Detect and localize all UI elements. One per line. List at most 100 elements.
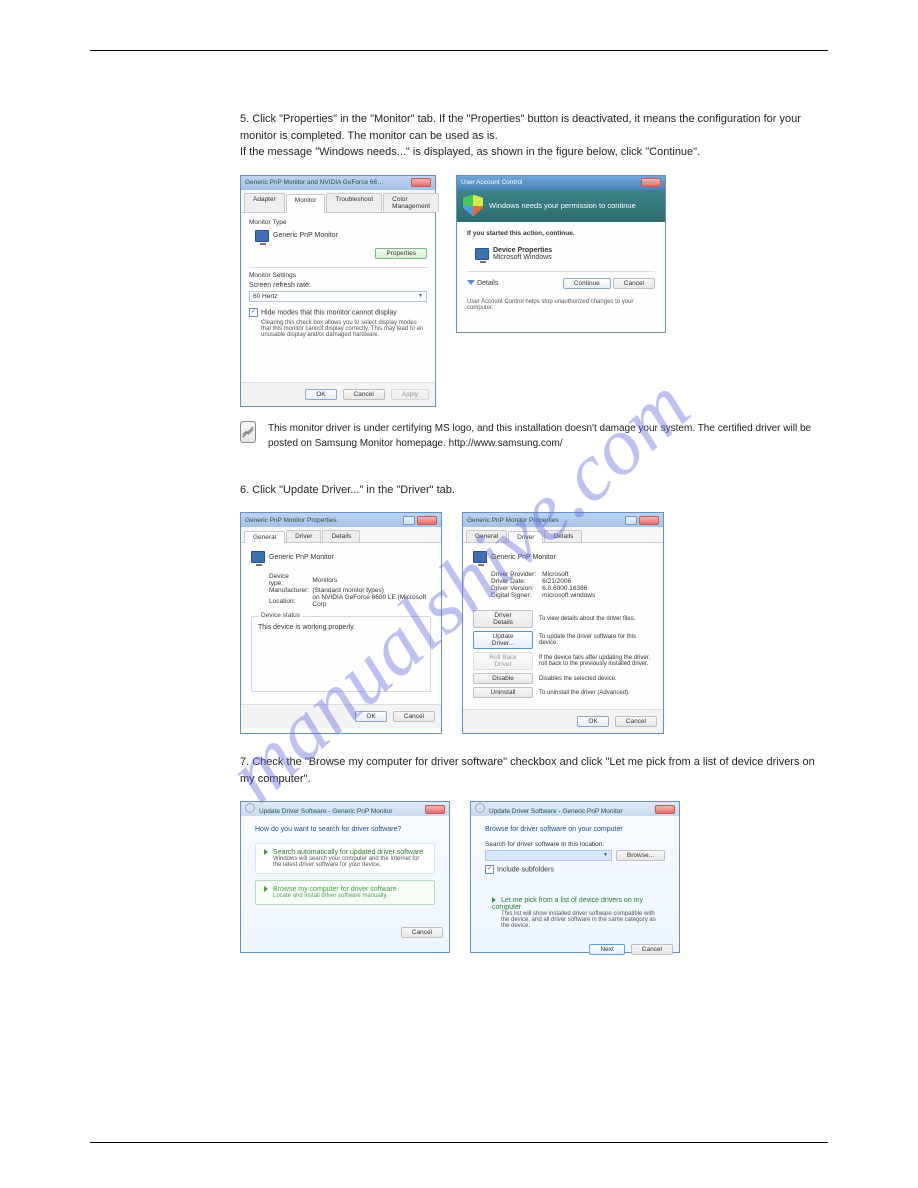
help-icon[interactable]	[625, 516, 637, 525]
value-driver-date: 6/21/2006	[542, 578, 595, 585]
cancel-button[interactable]: Cancel	[613, 278, 655, 289]
dialog-update-wizard-1: Update Driver Software - Generic PnP Mon…	[240, 801, 450, 953]
chevron-down-icon	[467, 280, 475, 285]
disable-button[interactable]: Disable	[473, 673, 533, 684]
update-driver-button[interactable]: Update Driver...	[473, 631, 533, 649]
window-title: Update Driver Software - Generic PnP Mon…	[259, 808, 393, 815]
titlebar[interactable]: User Account Control	[457, 176, 665, 190]
tab-color-management[interactable]: Color Management	[383, 193, 439, 212]
tab-details[interactable]: Details	[322, 530, 360, 542]
monitor-icon	[473, 551, 487, 563]
back-icon[interactable]	[245, 803, 255, 813]
titlebar[interactable]: Generic PnP Monitor Properties	[463, 513, 663, 527]
tab-monitor[interactable]: Monitor	[286, 194, 326, 213]
ok-button[interactable]: OK	[577, 716, 608, 727]
back-icon[interactable]	[475, 803, 485, 813]
tab-general[interactable]: General	[466, 530, 507, 542]
refresh-rate-combo[interactable]: 60 Hertz	[249, 291, 427, 302]
details-toggle[interactable]: Details	[467, 280, 498, 287]
tab-driver[interactable]: Driver	[508, 531, 543, 543]
label-driver-provider: Driver Provider:	[491, 571, 542, 578]
label-device-type: Device type:	[269, 573, 312, 587]
titlebar[interactable]: Update Driver Software - Generic PnP Mon…	[471, 802, 679, 816]
dialog-uac: User Account Control Windows needs your …	[456, 175, 666, 333]
update-driver-desc: To update the driver software for this d…	[533, 631, 653, 649]
apply-button[interactable]: Apply	[391, 389, 429, 400]
tab-details[interactable]: Details	[544, 530, 582, 542]
shield-icon	[463, 195, 483, 217]
tab-general[interactable]: General	[244, 531, 285, 543]
ok-button[interactable]: OK	[305, 389, 336, 400]
titlebar[interactable]: Generic PnP Monitor and NVIDIA GeForce 6…	[241, 176, 435, 190]
value-manufacturer: (Standard monitor types)	[312, 587, 431, 594]
tab-driver[interactable]: Driver	[286, 530, 321, 542]
driver-details-desc: To view details about the driver files.	[533, 610, 653, 628]
cancel-button[interactable]: Cancel	[393, 711, 435, 722]
close-icon[interactable]	[655, 805, 675, 814]
close-icon[interactable]	[417, 516, 437, 525]
option-browse-computer[interactable]: Browse my computer for driver software L…	[255, 880, 435, 905]
dialog-general-tab: Generic PnP Monitor Properties General D…	[240, 512, 442, 734]
include-subfolders-checkbox[interactable]: ✓	[485, 865, 494, 874]
close-icon[interactable]	[425, 805, 445, 814]
continue-button[interactable]: Continue	[563, 278, 611, 289]
uninstall-desc: To uninstall the driver (Advanced).	[533, 687, 653, 698]
cancel-button[interactable]: Cancel	[401, 927, 443, 938]
value-driver-provider: Microsoft	[542, 571, 595, 578]
uac-lead: If you started this action, continue.	[467, 230, 655, 237]
next-button[interactable]: Next	[589, 944, 624, 955]
titlebar[interactable]: Update Driver Software - Generic PnP Mon…	[241, 802, 449, 816]
ok-button[interactable]: OK	[355, 711, 386, 722]
device-name: Generic PnP Monitor	[491, 554, 556, 561]
window-title: Generic PnP Monitor Properties	[467, 517, 559, 524]
option-pick-from-list[interactable]: Let me pick from a list of device driver…	[485, 892, 665, 934]
driver-details-button[interactable]: Driver Details	[473, 610, 533, 628]
tab-troubleshoot[interactable]: Troubleshoot	[326, 193, 382, 212]
monitor-icon	[251, 551, 265, 563]
dialog-footer: OK Cancel Apply	[241, 382, 435, 406]
close-icon[interactable]	[641, 178, 661, 187]
tab-adapter[interactable]: Adapter	[244, 193, 285, 212]
browse-button[interactable]: Browse...	[616, 850, 665, 861]
cancel-button[interactable]: Cancel	[343, 389, 385, 400]
label-refresh-rate: Screen refresh rate:	[249, 282, 427, 289]
rollback-driver-desc: If the device fails after updating the d…	[533, 652, 653, 670]
uac-publisher: Microsoft Windows	[493, 254, 552, 261]
option-search-auto[interactable]: Search automatically for updated driver …	[255, 843, 435, 874]
note-icon	[240, 421, 256, 443]
uac-header-text: Windows needs your permission to continu…	[489, 201, 636, 210]
device-status-text: This device is working properly.	[258, 624, 424, 631]
dialog-driver-tab: Generic PnP Monitor Properties General D…	[462, 512, 664, 734]
disable-desc: Disables the selected device.	[533, 673, 653, 684]
label-driver-version: Driver Version:	[491, 585, 542, 592]
tabs: General Driver Details	[241, 527, 441, 543]
value-driver-version: 6.0.6000.16386	[542, 585, 595, 592]
cancel-button[interactable]: Cancel	[615, 716, 657, 727]
option-title: Search automatically for updated driver …	[273, 849, 423, 856]
step-5-text: 5. Click "Properties" in the "Monitor" t…	[240, 111, 828, 161]
close-icon[interactable]	[639, 516, 659, 525]
help-icon[interactable]	[403, 516, 415, 525]
dialog-update-wizard-2: Update Driver Software - Generic PnP Mon…	[470, 801, 680, 953]
titlebar[interactable]: Generic PnP Monitor Properties	[241, 513, 441, 527]
tabs: Adapter Monitor Troubleshoot Color Manag…	[241, 190, 435, 213]
label-location: Location:	[269, 594, 312, 608]
close-icon[interactable]	[411, 178, 431, 187]
device-icon	[475, 248, 489, 260]
location-combo[interactable]	[485, 850, 612, 861]
label-digital-signer: Digital Signer:	[491, 592, 542, 599]
value-location: on NVIDIA GeForce 6600 LE (Microsoft Cor…	[312, 594, 431, 608]
cancel-button[interactable]: Cancel	[631, 944, 673, 955]
dialog-monitor-properties: Generic PnP Monitor and NVIDIA GeForce 6…	[240, 175, 436, 407]
properties-button[interactable]: Properties	[375, 248, 427, 259]
option-desc: This list will show installed driver sof…	[501, 911, 658, 929]
device-name: Generic PnP Monitor	[269, 554, 334, 561]
option-title: Let me pick from a list of device driver…	[492, 897, 643, 911]
include-subfolders-label: Include subfolders	[497, 866, 554, 873]
uninstall-button[interactable]: Uninstall	[473, 687, 533, 698]
step-7-text: 7. Check the "Browse my computer for dri…	[240, 754, 828, 787]
rollback-driver-button: Roll Back Driver	[473, 652, 533, 670]
hide-modes-checkbox[interactable]: ✓	[249, 308, 258, 317]
label-device-status: Device status	[258, 612, 303, 619]
hide-modes-description: Clearing this check box allows you to se…	[261, 320, 427, 338]
